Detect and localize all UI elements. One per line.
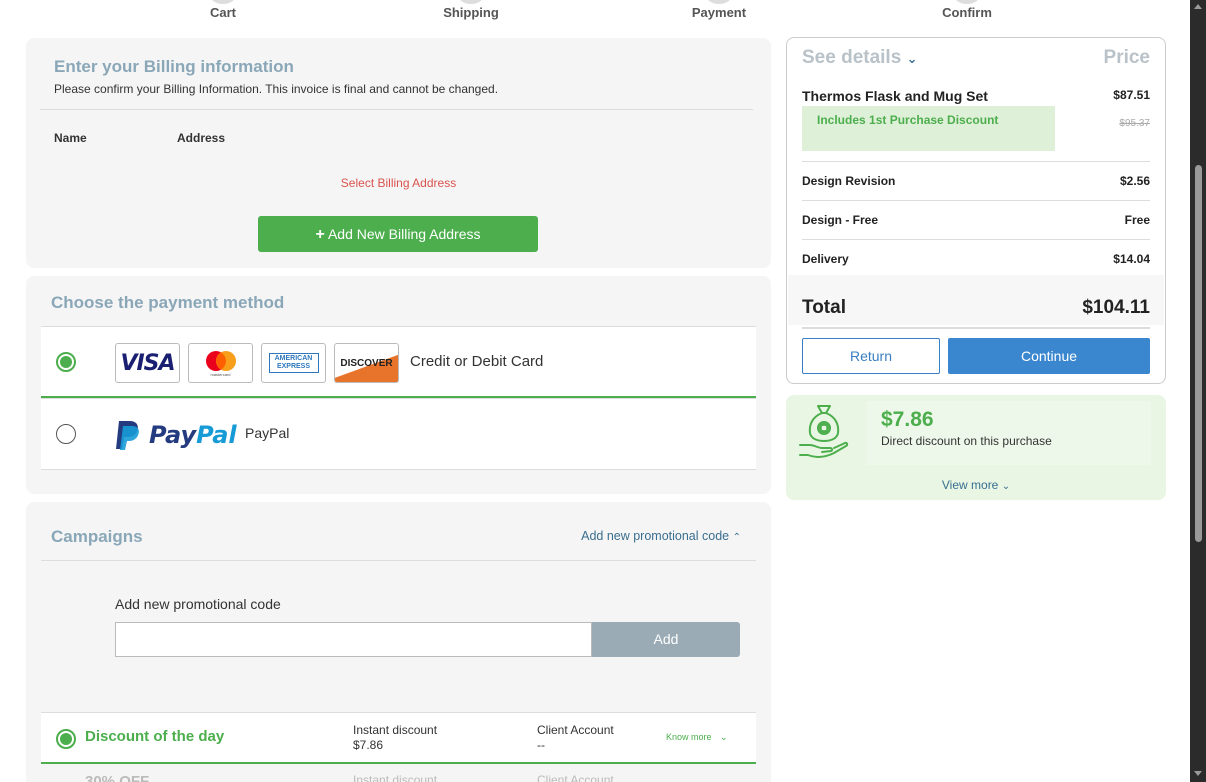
return-button[interactable]: Return: [802, 338, 940, 374]
scroll-thumb[interactable]: [1195, 165, 1202, 542]
add-billing-address-label: Add New Billing Address: [327, 226, 481, 242]
scroll-down-arrow-icon[interactable]: [1194, 771, 1202, 776]
chevron-up-icon: ⌃: [732, 532, 741, 543]
instant-discount-label: Instant discount: [353, 773, 438, 782]
promo-add-button[interactable]: Add: [592, 622, 740, 657]
billing-col-name: Name: [54, 131, 87, 145]
chevron-down-icon: ⌄: [720, 732, 728, 742]
line-item: Delivery $14.04: [802, 252, 1150, 266]
campaigns-title: Campaigns: [51, 527, 143, 546]
divider: [802, 200, 1150, 201]
plus-icon: +: [315, 226, 325, 243]
divider: [41, 560, 756, 561]
paypal-radio[interactable]: [56, 424, 76, 444]
checkout-steps: Cart Shipping Payment Confirm: [0, 0, 1190, 30]
amex-logo-icon: AMERICAN EXPRESS: [261, 343, 326, 383]
direct-discount-box: $7.86 Direct discount on this purchase V…: [786, 395, 1166, 500]
see-details-toggle[interactable]: See details ⌄: [802, 47, 917, 69]
discover-logo-icon: DISCOVER: [334, 343, 399, 383]
visa-logo-icon: VISA: [115, 343, 180, 383]
chevron-down-icon: ⌄: [1001, 481, 1011, 492]
campaigns-panel: Campaigns Add new promotional code ⌃ Add…: [26, 502, 771, 782]
paypal-logo-icon: PayPal: [115, 419, 237, 451]
step-dot: [706, 0, 732, 4]
price-header: Price: [1103, 47, 1150, 68]
discount-of-the-day-row[interactable]: Discount of the day Instant discount $7.…: [41, 712, 756, 764]
discount-description: Direct discount on this purchase: [881, 434, 1052, 448]
promo-code-label: Add new promotional code: [115, 596, 281, 612]
payment-title: Choose the payment method: [51, 293, 285, 312]
divider: [802, 327, 1150, 329]
total-row: Total $104.11: [788, 275, 1164, 325]
discount-row-30-off[interactable]: 30% OFF Instant discount Client Account: [41, 766, 756, 782]
view-more-link[interactable]: View more ⌄: [786, 478, 1166, 492]
page-scrollbar[interactable]: [1190, 0, 1206, 782]
client-account-label: Client Account: [537, 773, 614, 782]
mastercard-logo-icon: mastercard: [188, 343, 253, 383]
order-summary: See details ⌄ Price Thermos Flask and Mu…: [786, 37, 1166, 384]
first-purchase-discount-badge: Includes 1st Purchase Discount: [802, 106, 1055, 151]
step-dot: [210, 0, 236, 4]
total-value: $104.11: [1082, 297, 1150, 318]
billing-panel: Enter your Billing information Please co…: [26, 38, 771, 268]
card-radio[interactable]: [56, 352, 76, 372]
checkout-page: Cart Shipping Payment Confirm Enter your…: [0, 0, 1206, 782]
billing-col-address: Address: [177, 131, 226, 145]
step-dot: [954, 0, 980, 4]
step-label: Cart: [209, 5, 236, 20]
select-billing-address-prompt: Select Billing Address: [340, 176, 457, 190]
divider: [802, 239, 1150, 240]
discount-title: Discount of the day: [85, 728, 225, 745]
discount-radio[interactable]: [56, 729, 76, 749]
paypal-p-icon: [116, 421, 139, 450]
chevron-down-icon: ⌄: [906, 51, 918, 66]
add-promo-code-link[interactable]: Add new promotional code ⌃: [581, 529, 741, 543]
discount-title: 30% OFF: [85, 773, 150, 782]
paypal-label: PayPal: [245, 425, 290, 441]
instant-discount-col: Instant discount $7.86: [353, 723, 438, 752]
payment-panel: Choose the payment method VISA mastercar…: [26, 276, 771, 494]
step-label: Payment: [691, 5, 747, 20]
step-dot: [458, 0, 484, 4]
discount-amount: $7.86: [881, 408, 934, 431]
line-item-product: Thermos Flask and Mug Set $87.51: [802, 88, 1150, 104]
divider: [40, 109, 753, 110]
money-bag-hand-icon: [799, 405, 849, 459]
continue-button[interactable]: Continue: [948, 338, 1150, 374]
payment-option-card[interactable]: VISA mastercard AMERICAN EXPRESS DISCOVE…: [41, 326, 756, 398]
promo-code-input[interactable]: [115, 622, 592, 657]
divider: [802, 161, 1150, 162]
step-label: Confirm: [942, 5, 992, 20]
line-item: Design Revision $2.56: [802, 174, 1150, 188]
original-price: $95.37: [1119, 118, 1150, 129]
billing-subtitle: Please confirm your Billing Information.…: [54, 82, 499, 96]
payment-option-paypal[interactable]: PayPal PayPal: [41, 398, 756, 470]
client-account-col: Client Account --: [537, 723, 614, 752]
card-label: Credit or Debit Card: [410, 353, 544, 370]
know-more-link[interactable]: Know more ⌄: [666, 732, 728, 743]
add-billing-address-button[interactable]: + Add New Billing Address: [258, 216, 538, 252]
line-item: Design - Free Free: [802, 213, 1150, 227]
billing-title: Enter your Billing information: [54, 57, 294, 76]
mastercard-circles-icon: [205, 350, 236, 371]
scroll-up-arrow-icon[interactable]: [1194, 4, 1202, 9]
total-label: Total: [802, 297, 846, 318]
step-label: Shipping: [443, 5, 499, 20]
product-price: $87.51: [1113, 88, 1150, 102]
product-name: Thermos Flask and Mug Set: [802, 88, 988, 104]
